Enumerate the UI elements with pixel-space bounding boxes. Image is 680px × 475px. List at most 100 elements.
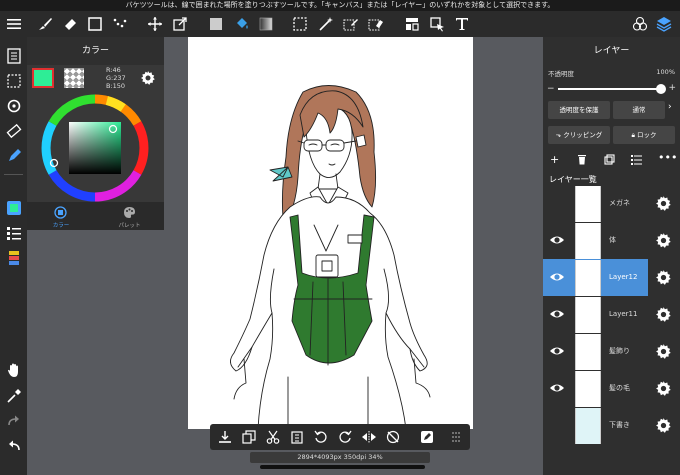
gradient-icon[interactable] — [256, 14, 276, 34]
layer-thumbnail — [575, 260, 601, 296]
palette-stack-icon[interactable] — [3, 247, 24, 268]
menu-icon[interactable] — [4, 14, 24, 34]
magic-wand-icon[interactable] — [316, 14, 336, 34]
visibility-eye-icon[interactable] — [549, 307, 565, 321]
redo-icon[interactable] — [3, 410, 24, 431]
layer-settings-gear-icon[interactable] — [655, 232, 672, 249]
rotate-icon[interactable] — [3, 95, 24, 116]
layer-row-layer11[interactable]: Layer11 — [543, 296, 680, 333]
layer-list-icon[interactable] — [631, 154, 642, 165]
text-tool-icon[interactable] — [452, 14, 472, 34]
opacity-slider[interactable] — [558, 84, 666, 94]
rectangle-icon[interactable] — [85, 14, 105, 34]
green-value: G:237 — [106, 74, 126, 82]
undo-icon[interactable] — [3, 435, 24, 456]
move-icon[interactable] — [145, 14, 165, 34]
eyedropper-icon[interactable] — [3, 385, 24, 406]
blend-mode-button[interactable]: 通常 — [613, 101, 665, 119]
tool-tip-text: バケツツールは、線で囲まれた場所を塗りつぶすツールです。「キャンバス」または「レ… — [125, 1, 555, 9]
select-layer-icon[interactable] — [427, 14, 447, 34]
pages-icon[interactable] — [3, 45, 24, 66]
select-eraser-icon[interactable] — [366, 14, 386, 34]
layer-row-body[interactable]: 体 — [543, 222, 680, 259]
lock-button[interactable]: 🔒︎ ロック — [613, 126, 675, 144]
dot-brush-icon[interactable] — [110, 14, 130, 34]
home-indicator — [260, 465, 425, 469]
layers-icon[interactable] — [654, 14, 674, 34]
layer-thumbnail — [575, 297, 601, 333]
ruler-icon[interactable] — [3, 120, 24, 141]
layer-row-sketch[interactable]: 下書き — [543, 407, 680, 444]
visibility-eye-icon[interactable] — [549, 270, 565, 284]
chevron-right-icon[interactable]: › — [668, 102, 672, 112]
layer-settings-gear-icon[interactable] — [655, 417, 672, 434]
visibility-eye-icon[interactable] — [549, 233, 565, 247]
flip-horizontal-icon[interactable] — [359, 427, 379, 447]
opacity-plus-icon[interactable]: + — [668, 83, 676, 93]
tab-palette[interactable]: パレット — [95, 202, 164, 230]
list-panel-icon[interactable] — [3, 222, 24, 243]
opacity-label: 不透明度 — [548, 70, 574, 78]
hand-icon[interactable] — [3, 359, 24, 380]
layer-settings-gear-icon[interactable] — [655, 343, 672, 360]
layer-thumbnail — [575, 408, 601, 444]
pen-settings-icon[interactable] — [3, 145, 24, 166]
layer-name: 体 — [609, 236, 616, 244]
panel-layout-icon[interactable] — [402, 14, 422, 34]
brush-icon[interactable] — [35, 14, 55, 34]
select-rect-icon[interactable] — [290, 14, 310, 34]
materials-icon[interactable] — [630, 14, 650, 34]
top-toolbar — [0, 11, 680, 37]
layer-thumbnail — [575, 223, 601, 259]
visibility-eye-icon[interactable] — [549, 381, 565, 395]
copy-icon[interactable] — [239, 427, 259, 447]
background-color-swatch[interactable] — [64, 68, 84, 88]
grip-handle-icon[interactable] — [446, 427, 466, 447]
bucket-icon[interactable] — [232, 14, 252, 34]
layer-thumbnail — [575, 186, 601, 222]
layer-row-megane[interactable]: メガネ — [543, 185, 680, 222]
clipping-button[interactable]: ⬎ クリッピング — [548, 126, 610, 144]
layer-name: 髪の毛 — [609, 384, 630, 392]
opacity-slider-handle[interactable] — [656, 84, 666, 94]
layer-settings-gear-icon[interactable] — [655, 380, 672, 397]
protect-transparency-button[interactable]: 透明度を保護 — [548, 101, 610, 119]
select-pen-icon[interactable] — [341, 14, 361, 34]
import-icon[interactable] — [215, 427, 235, 447]
add-layer-icon[interactable]: + — [550, 153, 559, 166]
color-panel-icon[interactable] — [3, 197, 24, 218]
layer-settings-gear-icon[interactable] — [655, 195, 672, 212]
drawing-canvas[interactable] — [188, 37, 473, 429]
selection-icon[interactable] — [3, 70, 24, 91]
color-panel-tabs: カラー パレット — [27, 202, 164, 230]
layer-settings-gear-icon[interactable] — [655, 269, 672, 286]
eraser-icon[interactable] — [60, 14, 80, 34]
layer-row-hair[interactable]: 髪の毛 — [543, 370, 680, 407]
layer-settings-gear-icon[interactable] — [655, 306, 672, 323]
red-value: R:46 — [106, 66, 121, 74]
rotate-right-icon[interactable] — [335, 427, 355, 447]
transform-icon[interactable] — [170, 14, 190, 34]
tab-color[interactable]: カラー — [27, 202, 95, 230]
hue-ring-picker[interactable] — [41, 94, 149, 202]
fill-color-icon[interactable] — [206, 14, 226, 34]
edit-square-icon[interactable] — [417, 427, 437, 447]
opacity-value: 100% — [656, 68, 675, 76]
tab-color-label: カラー — [52, 223, 70, 229]
more-options-icon[interactable]: ••• — [658, 151, 677, 164]
cut-icon[interactable] — [263, 427, 283, 447]
color-settings-gear-icon[interactable] — [140, 70, 156, 86]
layer-row-hair-ornament[interactable]: 髪飾り — [543, 333, 680, 370]
layer-row-layer12-selected[interactable]: Layer12 — [543, 259, 648, 296]
opacity-minus-icon[interactable]: − — [547, 84, 555, 94]
no-rotation-icon[interactable] — [383, 427, 403, 447]
visibility-eye-icon[interactable] — [549, 344, 565, 358]
layer-name: Layer12 — [609, 273, 638, 281]
rotate-left-icon[interactable] — [311, 427, 331, 447]
duplicate-layer-icon[interactable] — [604, 154, 615, 165]
divider — [4, 174, 23, 175]
paste-icon[interactable] — [287, 427, 307, 447]
palette-icon — [124, 207, 135, 218]
delete-layer-icon[interactable] — [577, 154, 587, 165]
foreground-color-swatch[interactable] — [32, 68, 54, 88]
